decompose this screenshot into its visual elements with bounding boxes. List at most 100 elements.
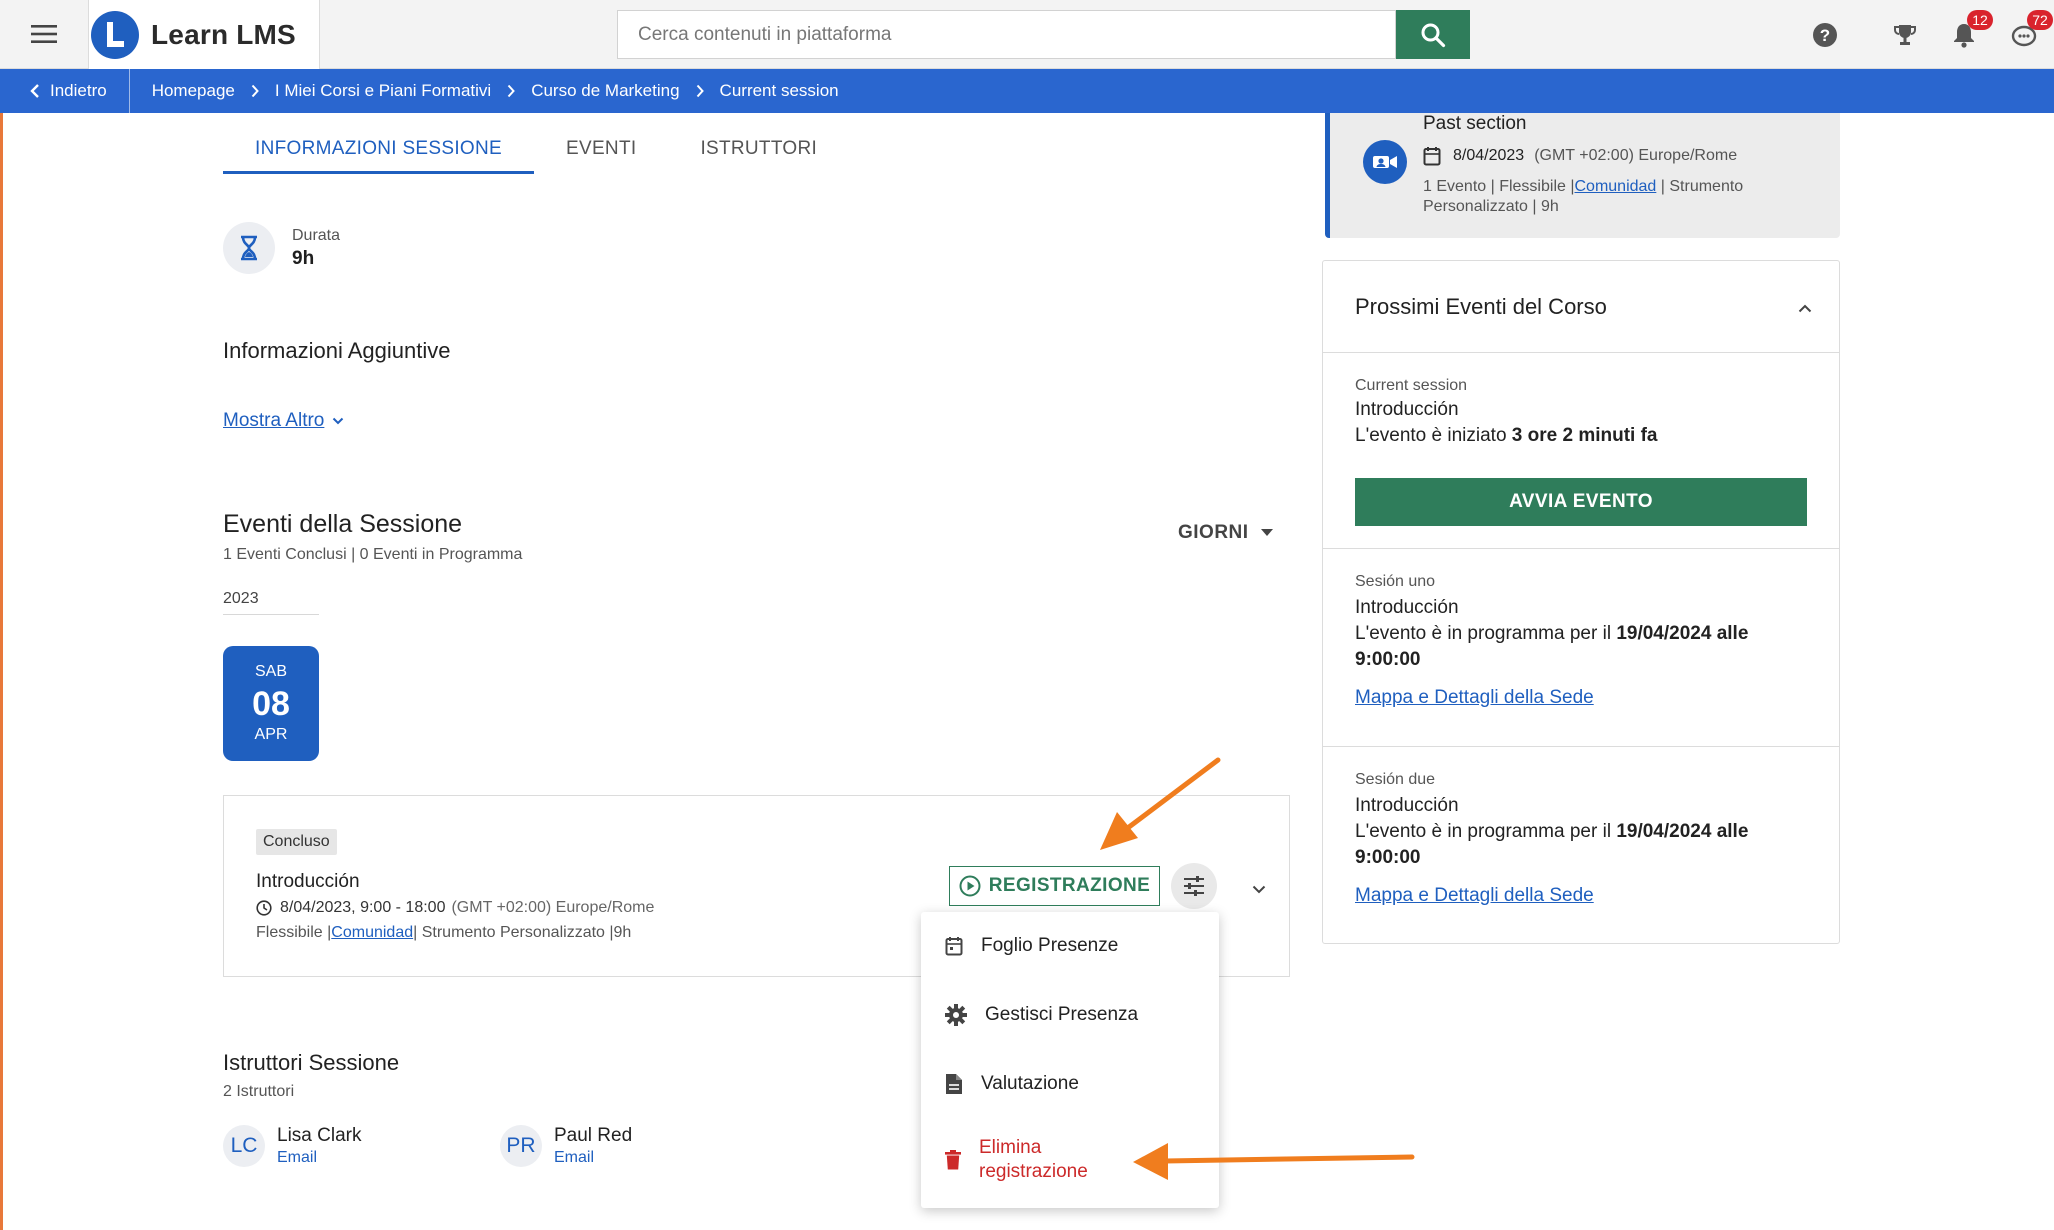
session-events-summary: 1 Eventi Conclusi | 0 Eventi in Programm…: [223, 546, 523, 563]
app-title: Learn LMS: [151, 18, 296, 50]
event-meta-suffix: | Strumento Personalizzato |9h: [413, 924, 632, 941]
chevron-right-icon: [507, 84, 516, 98]
upcoming-events-title: Prossimi Eventi del Corso: [1355, 294, 1607, 319]
breadcrumb-my-courses[interactable]: I Miei Corsi e Piani Formativi: [275, 81, 491, 101]
event-name: Introducción: [1355, 597, 1459, 618]
trophy-icon[interactable]: [1888, 18, 1922, 52]
chevron-left-icon: [30, 84, 39, 98]
hamburger-menu-icon[interactable]: [18, 14, 70, 54]
breadcrumb: Indietro Homepage I Miei Corsi e Piani F…: [0, 69, 2054, 113]
instructor-name: Paul Red: [554, 1125, 633, 1146]
chevron-down-icon: [333, 417, 344, 425]
community-link[interactable]: Comunidad: [1575, 178, 1657, 195]
search-button[interactable]: [1396, 10, 1470, 59]
notifications-bell-icon[interactable]: 12: [1947, 10, 1993, 52]
back-button[interactable]: Indietro: [0, 69, 130, 113]
help-icon[interactable]: ?: [1808, 18, 1842, 52]
event-name: Introducción: [1355, 795, 1459, 816]
venue-details-link[interactable]: Mappa e Dettagli della Sede: [1355, 687, 1594, 709]
search-bar: [617, 10, 1470, 59]
app-logo[interactable]: Learn LMS: [88, 0, 320, 69]
date-month: APR: [254, 726, 288, 743]
upcoming-events-header: Prossimi Eventi del Corso: [1323, 261, 1839, 353]
menu-item-attendance-sheet[interactable]: Foglio Presenze: [921, 916, 1219, 976]
collapse-button[interactable]: [1791, 294, 1819, 322]
date-day: 08: [252, 685, 290, 723]
recording-button[interactable]: REGISTRAZIONE: [949, 866, 1160, 906]
past-section-title: Past section: [1423, 113, 1527, 134]
chevron-right-icon: [251, 84, 259, 98]
recording-button-label: REGISTRAZIONE: [988, 875, 1151, 896]
start-event-button[interactable]: AVVIA EVENTO: [1355, 478, 1807, 526]
past-section-card[interactable]: Past section 8/04/2023 (GMT +02:00) Euro…: [1325, 113, 1840, 238]
tab-session-info[interactable]: INFORMAZIONI SESSIONE: [223, 130, 534, 174]
upcoming-event-current: Current session Introducción L'evento è …: [1323, 353, 1839, 549]
chat-badge: 72: [2027, 10, 2053, 30]
event-date-chip[interactable]: SAB 08 APR: [223, 646, 319, 761]
session-tabs: INFORMAZIONI SESSIONE EVENTI ISTRUTTORI: [223, 130, 849, 174]
view-mode-select[interactable]: GIORNI: [1178, 522, 1273, 544]
past-section-timezone: (GMT +02:00) Europe/Rome: [1534, 147, 1738, 164]
show-more-label: Mostra Altro: [223, 410, 325, 431]
menu-item-label: Foglio Presenze: [981, 935, 1119, 956]
community-link[interactable]: Comunidad: [331, 924, 413, 941]
top-bar: Learn LMS ? 12 72: [0, 0, 2054, 69]
menu-item-label: Elimina registrazione: [979, 1137, 1088, 1182]
event-datetime: 8/04/2023, 9:00 - 18:00 (GMT +02:00) Eur…: [256, 899, 654, 917]
instructor-email-link[interactable]: Email: [554, 1149, 632, 1167]
svg-text:?: ?: [1820, 26, 1830, 45]
calendar-icon: [1423, 147, 1441, 166]
duration-label: Durata: [292, 227, 341, 244]
caret-down-icon: [1260, 529, 1273, 536]
logo-icon: [91, 10, 139, 59]
venue-details-link[interactable]: Mappa e Dettagli della Sede: [1355, 885, 1594, 907]
menu-item-delete-recording[interactable]: Elimina registrazione: [921, 1130, 1219, 1190]
menu-item-label: Valutazione: [981, 1073, 1079, 1094]
year-label: 2023: [223, 590, 319, 615]
event-session-label: Current session: [1355, 377, 1468, 394]
play-circle-icon: [959, 875, 981, 897]
recording-options-menu: Foglio Presenze Gestisci Presenza Valuta…: [921, 912, 1219, 1208]
session-events-title: Eventi della Sessione: [223, 510, 463, 538]
event-name: Introducción: [1355, 399, 1459, 420]
avatar: LC: [223, 1125, 265, 1167]
event-time-range: 8/04/2023, 9:00 - 18:00: [280, 899, 446, 916]
tab-events[interactable]: EVENTI: [534, 130, 668, 174]
left-accent-bar: [0, 113, 3, 1230]
date-weekday: SAB: [254, 663, 287, 680]
event-schedule-text: L'evento è in programma per il 19/04/202…: [1355, 623, 1749, 670]
chevron-right-icon: [696, 84, 704, 98]
status-badge: Concluso: [256, 829, 337, 855]
hourglass-icon: [223, 222, 275, 274]
chat-icon[interactable]: 72: [2007, 10, 2053, 52]
view-mode-label: GIORNI: [1178, 522, 1249, 543]
chevron-up-icon: [1798, 304, 1812, 312]
breadcrumb-current: Current session: [719, 81, 839, 100]
instructor-item: LC Lisa Clark Email: [223, 1125, 361, 1167]
breadcrumb-homepage[interactable]: Homepage: [152, 81, 235, 101]
trash-icon: [945, 1150, 961, 1170]
video-call-icon: [1363, 140, 1407, 184]
instructor-email-link[interactable]: Email: [277, 1149, 361, 1167]
menu-item-manage-attendance[interactable]: Gestisci Presenza: [921, 985, 1219, 1045]
upcoming-events-card: Prossimi Eventi del Corso Current sessio…: [1322, 260, 1840, 944]
search-input[interactable]: [617, 10, 1396, 59]
options-button[interactable]: [1171, 863, 1217, 909]
event-session-label: Sesión due: [1355, 771, 1436, 788]
tab-instructors[interactable]: ISTRUTTORI: [668, 130, 849, 174]
instructors-count: 2 Istruttori: [223, 1083, 295, 1100]
clock-icon: [256, 900, 272, 916]
instructor-name: Lisa Clark: [277, 1125, 362, 1146]
event-session-label: Sesión uno: [1355, 573, 1436, 590]
expand-event-button[interactable]: [1244, 874, 1274, 904]
event-schedule-text: L'evento è in programma per il 19/04/202…: [1355, 821, 1749, 868]
chevron-down-icon: [1252, 885, 1266, 893]
menu-item-label: Gestisci Presenza: [985, 1004, 1139, 1025]
event-meta: Flessibile |Comunidad| Strumento Persona…: [256, 924, 631, 942]
menu-item-evaluation[interactable]: Valutazione: [921, 1054, 1219, 1114]
breadcrumb-course[interactable]: Curso de Marketing: [531, 81, 679, 101]
duration-value: 9h: [292, 248, 315, 269]
show-more-link[interactable]: Mostra Altro: [223, 410, 344, 432]
instructors-title: Istruttori Sessione: [223, 1050, 400, 1075]
past-section-meta: 1 Evento | Flessibile |Comunidad | Strum…: [1423, 178, 1744, 215]
